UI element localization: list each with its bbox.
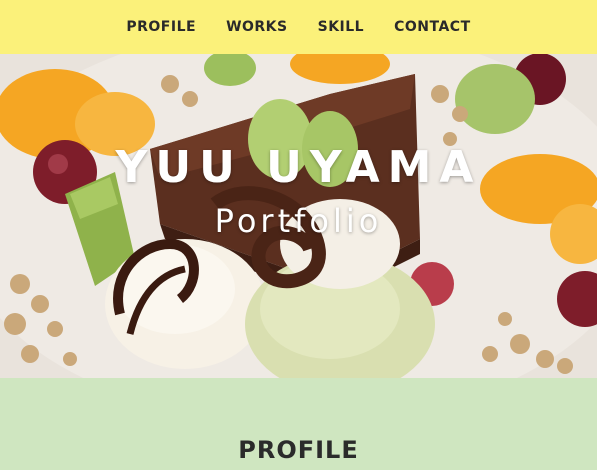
nav-link-profile[interactable]: PROFILE (126, 19, 196, 35)
profile-section: PROFILE (0, 378, 597, 470)
section-heading-profile: PROFILE (238, 436, 359, 464)
nav-link-works[interactable]: WORKS (226, 19, 288, 35)
hero-section: YUU UYAMA Portfolio (0, 54, 597, 378)
nav-list: PROFILE WORKS SKILL CONTACT (126, 19, 470, 35)
top-navigation: PROFILE WORKS SKILL CONTACT (0, 0, 597, 54)
nav-link-skill[interactable]: SKILL (318, 19, 364, 35)
hero-subtitle: Portfolio (214, 202, 383, 240)
nav-link-contact[interactable]: CONTACT (394, 19, 471, 35)
hero-title: YUU UYAMA (115, 142, 482, 193)
